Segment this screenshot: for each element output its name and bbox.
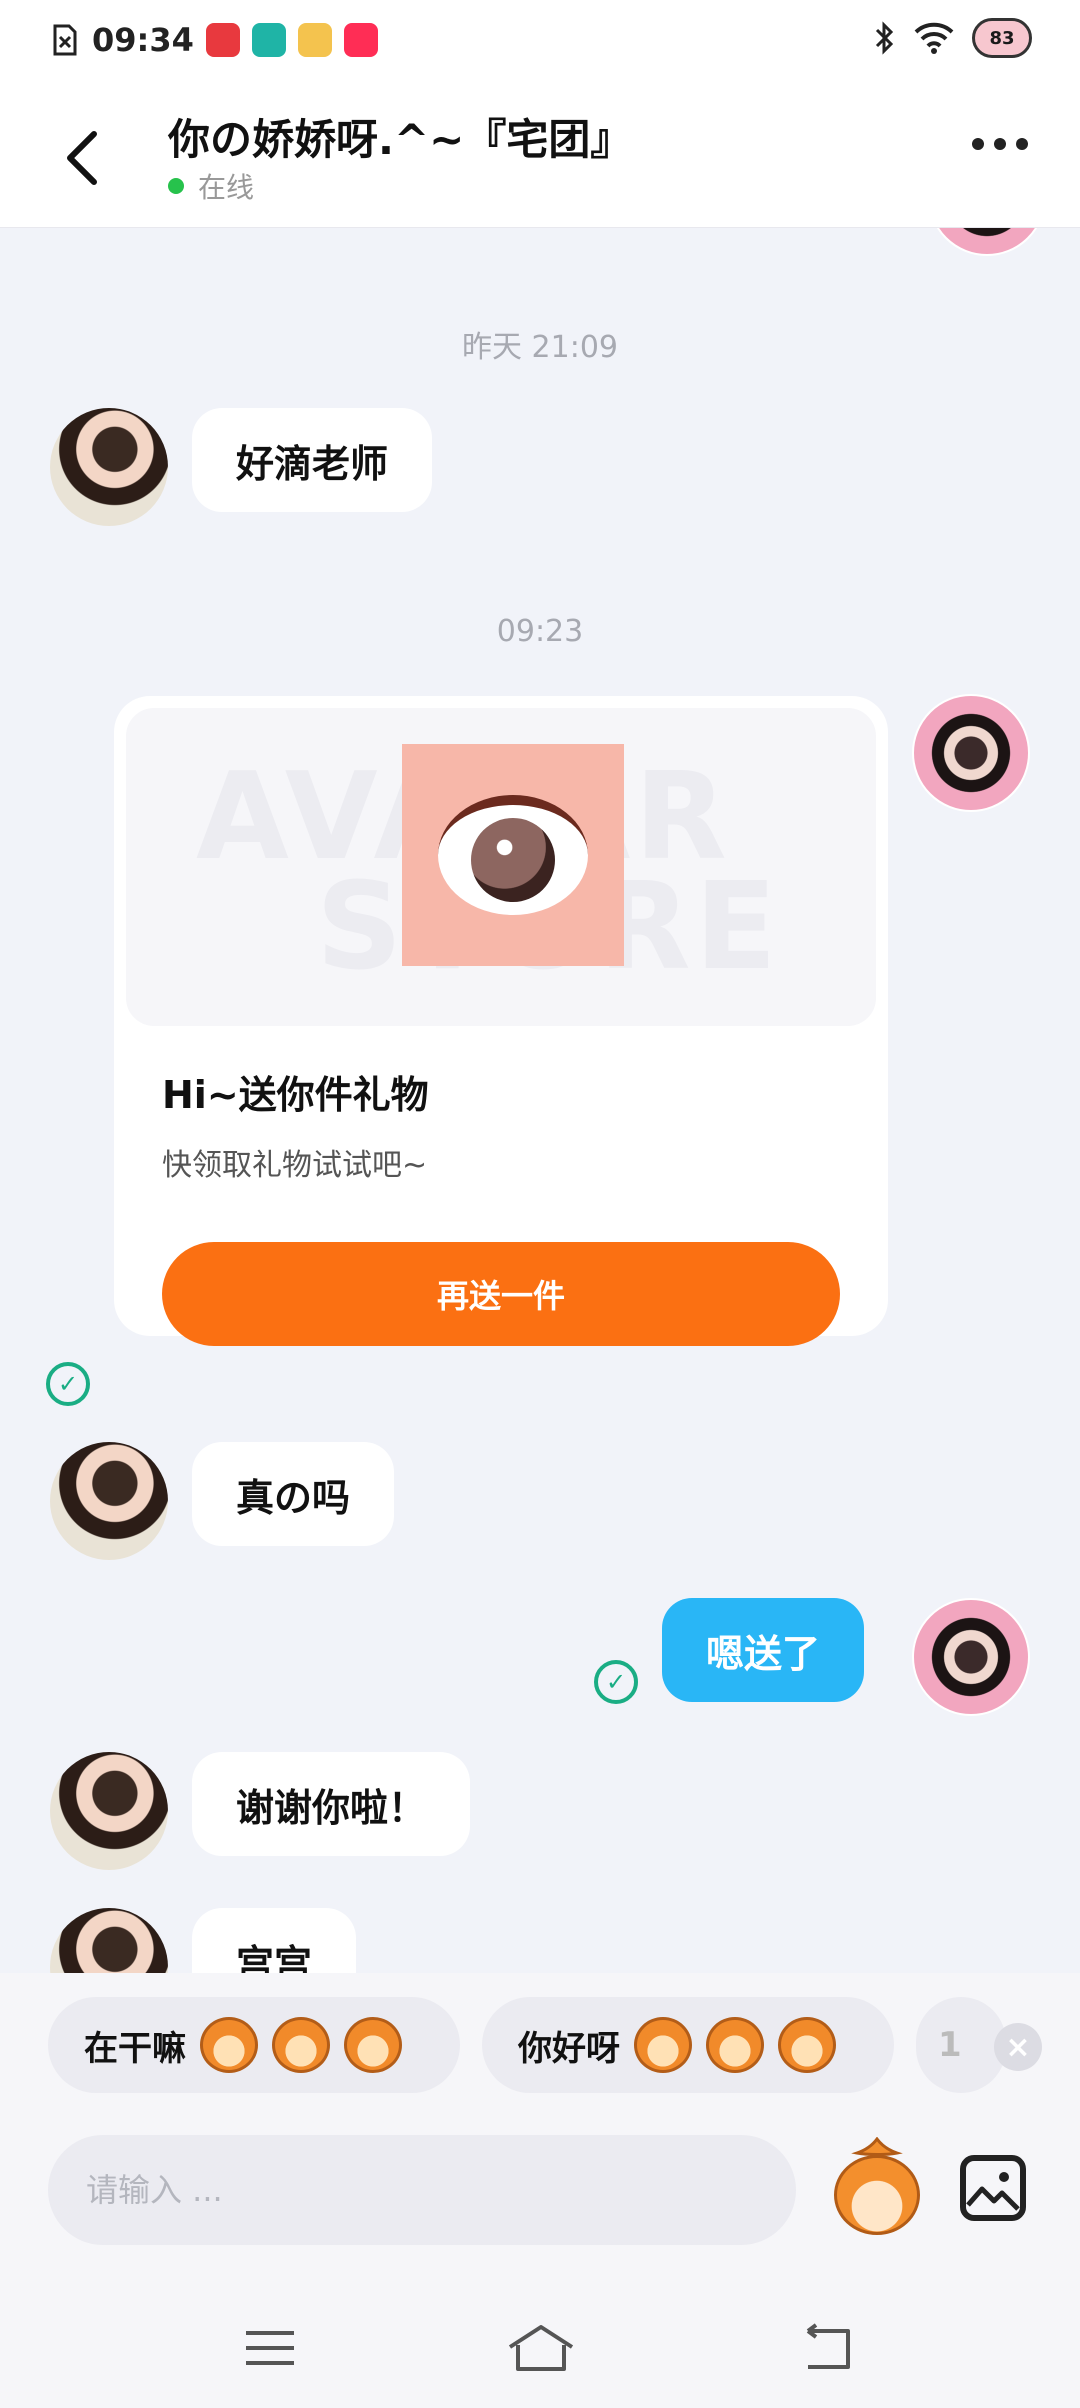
online-status: 在线 [168, 166, 254, 206]
wifi-icon [914, 22, 954, 54]
app-notification-icon [297, 23, 332, 57]
app-notification-icon [205, 23, 240, 57]
quick-reply-chip[interactable]: 你好呀 [482, 1997, 894, 2093]
more-dots-icon[interactable] [972, 138, 1028, 150]
back-nav-icon[interactable] [796, 2323, 856, 2373]
chat-title: 你の娇娇呀.^~『宅团』 [168, 115, 633, 164]
check-circle-icon: ✓ [594, 1660, 638, 1704]
status-time: 09:34 [92, 21, 194, 59]
message-bubble-incoming[interactable]: 谢谢你啦！ [192, 1752, 471, 1856]
status-bar: 09:34 83 [0, 0, 1080, 80]
online-status-text: 在线 [198, 171, 255, 204]
grin-emoji-icon [200, 2017, 258, 2073]
check-circle-icon: ✓ [46, 1362, 90, 1406]
quick-reply-label: 你好呀 [518, 2028, 620, 2069]
message-bubble-incoming[interactable]: 真の吗 [192, 1442, 395, 1546]
gift-title: Hi~送你件礼物 [162, 1073, 429, 1117]
composer-bar [0, 2109, 1080, 2287]
quick-reply-bar: 在干嘛 你好呀 1 × [0, 1973, 1080, 2109]
avatar-me[interactable] [912, 694, 1030, 812]
avatar-me[interactable] [912, 1598, 1030, 1716]
surprise-emoji-icon [634, 2017, 692, 2073]
chat-header: 你の娇娇呀.^~『宅团』 在线 [0, 80, 1080, 228]
avatar-me-partial[interactable] [928, 228, 1046, 256]
message-bubble-outgoing[interactable]: 嗯送了 [662, 1598, 865, 1702]
quick-reply-chip[interactable]: 1 [916, 1997, 1006, 2093]
gift-image[interactable] [402, 744, 624, 966]
gift-image-area: AVATAR STORE [126, 708, 876, 1026]
system-nav-bar [0, 2287, 1080, 2408]
bluetooth-icon [875, 21, 894, 55]
avatar-contact[interactable] [50, 408, 168, 526]
avatar-contact[interactable] [50, 1442, 168, 1560]
grin-emoji-icon [272, 2017, 330, 2073]
timestamp: 昨天 21:09 [462, 330, 618, 365]
sim-icon [53, 24, 77, 56]
quick-reply-label: 1 [938, 2025, 962, 2065]
gift-card[interactable]: AVATAR STORE Hi~送你件礼物 快领取礼物试试吧~ 再送一件 [114, 696, 888, 1346]
app-notification-icon [343, 23, 378, 57]
surprise-emoji-icon [706, 2017, 764, 2073]
image-icon[interactable] [960, 2155, 1026, 2221]
status-indicators: 83 [874, 18, 1032, 58]
mascot-sticker-icon[interactable] [834, 2137, 920, 2237]
timestamp: 09:23 [496, 614, 584, 649]
chat-messages[interactable]: 昨天 21:09 好滴老师 09:23 AVATAR STORE Hi~送你件礼… [0, 228, 1080, 1973]
surprise-emoji-icon [778, 2017, 836, 2073]
eye-illustration [438, 795, 588, 915]
quick-reply-label: 在干嘛 [84, 2028, 186, 2069]
menu-icon[interactable] [240, 2323, 300, 2373]
message-input[interactable] [48, 2135, 796, 2245]
gift-subtitle: 快领取礼物试试吧~ [162, 1148, 428, 1183]
online-dot [168, 178, 184, 194]
send-again-button[interactable]: 再送一件 [162, 1242, 840, 1346]
avatar-contact[interactable] [50, 1752, 168, 1870]
back-arrow-icon[interactable] [58, 128, 108, 188]
grin-emoji-icon [344, 2017, 402, 2073]
message-bubble-incoming[interactable]: 宫宫 [192, 1908, 357, 1973]
close-icon[interactable]: × [994, 2023, 1042, 2071]
battery-indicator: 83 [972, 18, 1032, 58]
app-notification-icon [251, 23, 286, 57]
avatar-contact[interactable] [50, 1908, 168, 1973]
home-icon[interactable] [506, 2323, 576, 2373]
quick-reply-chip[interactable]: 在干嘛 [48, 1997, 460, 2093]
message-bubble-incoming[interactable]: 好滴老师 [192, 408, 433, 512]
